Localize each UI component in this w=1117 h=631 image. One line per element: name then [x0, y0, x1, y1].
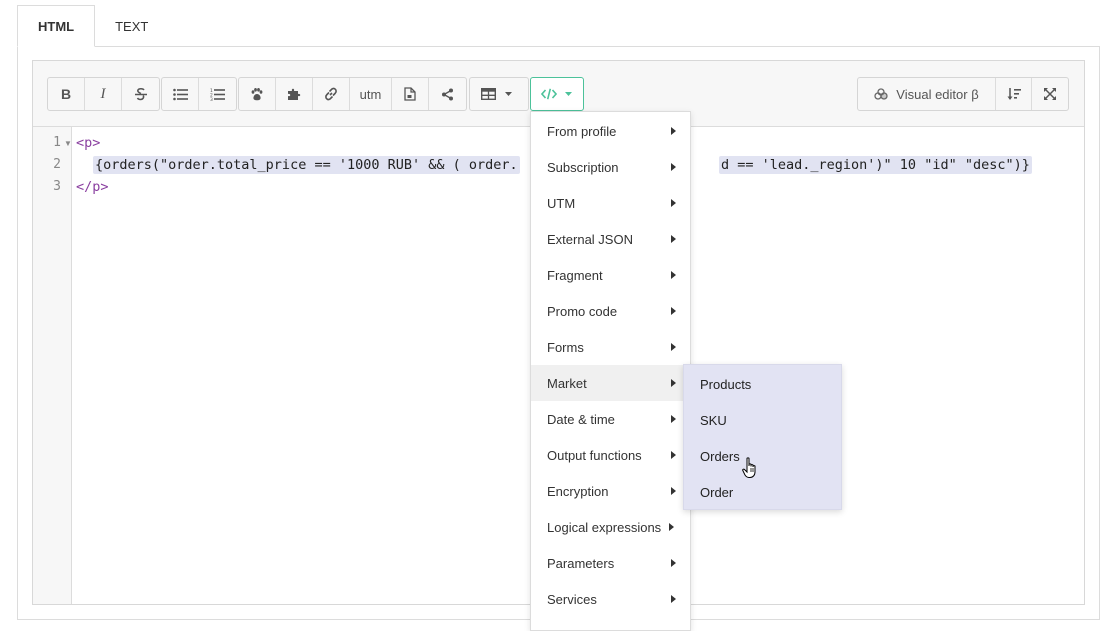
caret-right-icon — [671, 163, 676, 171]
code-line-3[interactable]: </p> — [76, 179, 109, 195]
menu-item-output-functions[interactable]: Output functions — [531, 437, 690, 473]
menu-item-encryption[interactable]: Encryption — [531, 473, 690, 509]
code-dropdown-button[interactable] — [531, 78, 583, 110]
caret-right-icon — [671, 343, 676, 351]
caret-right-icon — [671, 271, 676, 279]
strikethrough-button[interactable] — [122, 78, 159, 110]
submenu-item-orders[interactable]: Orders — [684, 438, 841, 474]
puzzle-button[interactable] — [276, 78, 313, 110]
caret-right-icon — [671, 595, 676, 603]
file-icon — [404, 87, 416, 101]
fullscreen-button[interactable] — [1032, 78, 1068, 110]
caret-right-icon — [671, 199, 676, 207]
sort-icon — [1007, 87, 1021, 100]
menu-item-forms[interactable]: Forms — [531, 329, 690, 365]
variables-menu: From profile Subscription UTM External J… — [530, 111, 691, 631]
code-line-1[interactable]: <p> — [76, 135, 100, 151]
menu-item-services[interactable]: Services — [531, 581, 690, 617]
menu-item-utm[interactable]: UTM — [531, 185, 690, 221]
selected-code-end: d == 'lead._region')" 10 "id" "desc")} — [719, 156, 1032, 174]
menu-item-external-json[interactable]: External JSON — [531, 221, 690, 257]
menu-item-parameters[interactable]: Parameters — [531, 545, 690, 581]
menu-item-logical-expressions[interactable]: Logical expressions — [531, 509, 690, 545]
line-gutter: 1 ▼ 2 3 — [33, 127, 72, 604]
utm-button[interactable]: utm — [350, 78, 392, 110]
market-submenu: Products SKU Orders Order — [683, 364, 842, 510]
caret-down-icon — [565, 92, 572, 96]
selected-code-start: {orders("order.total_price == '1000 RUB'… — [93, 156, 520, 174]
fullscreen-icon — [1044, 88, 1056, 100]
menu-item-market[interactable]: Market — [531, 365, 690, 401]
caret-right-icon — [671, 307, 676, 315]
caret-down-icon — [505, 92, 512, 96]
sort-button[interactable] — [996, 78, 1032, 110]
table-icon — [481, 88, 496, 100]
caret-right-icon — [671, 451, 676, 459]
caret-right-icon — [671, 559, 676, 567]
bold-button[interactable]: B — [48, 78, 85, 110]
caret-right-icon — [671, 415, 676, 423]
menu-item-promo-code[interactable]: Promo code — [531, 293, 690, 329]
utm-label: utm — [359, 86, 382, 102]
italic-icon: I — [100, 85, 106, 102]
submenu-item-order[interactable]: Order — [684, 474, 841, 510]
caret-right-icon — [671, 487, 676, 495]
paw-icon — [251, 87, 263, 100]
table-dropdown-button[interactable] — [470, 78, 528, 110]
tab-html[interactable]: HTML — [17, 5, 96, 47]
link-icon — [325, 87, 337, 101]
code-line-2[interactable]: {orders("order.total_price == '1000 RUB'… — [93, 156, 520, 174]
menu-item-fragment[interactable]: Fragment — [531, 257, 690, 293]
paw-button[interactable] — [239, 78, 276, 110]
italic-button[interactable]: I — [85, 78, 122, 110]
insert-group: utm — [238, 77, 467, 111]
puzzle-icon — [288, 88, 301, 100]
file-button[interactable] — [392, 78, 429, 110]
link-button[interactable] — [313, 78, 350, 110]
strikethrough-icon — [134, 88, 147, 101]
caret-right-icon — [671, 235, 676, 243]
menu-item-date-time[interactable]: Date & time — [531, 401, 690, 437]
menu-item-subscription[interactable]: Subscription — [531, 149, 690, 185]
caret-right-icon — [671, 127, 676, 135]
numbered-list-icon: 123 — [210, 88, 225, 101]
code-line-2-tail[interactable]: d == 'lead._region')" 10 "id" "desc")} — [719, 156, 1032, 174]
bold-icon: B — [60, 86, 72, 102]
tab-text[interactable]: TEXT — [95, 5, 168, 47]
bullet-list-button[interactable] — [162, 78, 199, 110]
submenu-item-sku[interactable]: SKU — [684, 402, 841, 438]
submenu-item-products[interactable]: Products — [684, 366, 841, 402]
visual-editor-button[interactable]: Visual editor β — [858, 78, 996, 110]
menu-item-from-profile[interactable]: From profile — [531, 113, 690, 149]
visual-editor-label: Visual editor β — [896, 86, 979, 102]
caret-right-icon — [671, 379, 676, 387]
fold-arrow-icon[interactable]: ▼ — [64, 139, 72, 148]
bullet-list-icon — [172, 88, 188, 100]
line-number: 3 — [53, 179, 61, 194]
palette-icon — [874, 88, 888, 100]
code-icon — [541, 88, 557, 100]
line-number: 2 — [53, 157, 61, 172]
hand-cursor-icon — [742, 457, 756, 478]
format-group: B I — [47, 77, 160, 111]
numbered-list-button[interactable]: 123 — [199, 78, 236, 110]
list-group: 123 — [161, 77, 237, 111]
table-group — [469, 77, 529, 111]
view-group: Visual editor β — [857, 77, 1069, 111]
svg-text:3: 3 — [210, 97, 213, 101]
line-number: 1 — [53, 135, 61, 150]
caret-right-icon — [669, 523, 674, 531]
code-group — [530, 77, 584, 111]
share-button[interactable] — [429, 78, 466, 110]
share-icon — [442, 88, 453, 100]
editor-tabs: HTML TEXT — [17, 5, 168, 47]
